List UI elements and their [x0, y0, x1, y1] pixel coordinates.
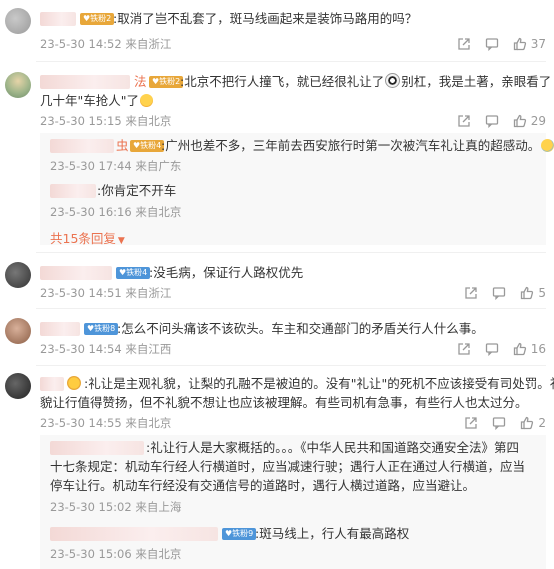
share-button[interactable]	[457, 342, 471, 356]
comment-button[interactable]	[485, 37, 499, 51]
more-replies-link[interactable]: 共15条回复 ▼	[50, 228, 125, 247]
username-blurred[interactable]	[40, 322, 80, 336]
comment-meta: 23-5-30 14:51 来自浙江	[40, 286, 172, 300]
share-icon	[458, 38, 470, 50]
like-button[interactable]: 2	[520, 416, 546, 430]
like-icon	[513, 114, 526, 128]
reply-meta: 23-5-30 15:06 来自北京	[50, 547, 182, 561]
like-button[interactable]: 5	[520, 286, 546, 300]
comment-text: :没毛病，保证行人路权优先	[149, 265, 304, 280]
comment-icon	[493, 417, 506, 430]
like-button[interactable]: 29	[513, 114, 546, 128]
comment-text-line1: :礼让是主观礼貌，让梨的孔融不是被迫的。没有"礼让"的死机不应该接受有司处罚。礼	[84, 376, 554, 391]
username-suffix: 虫	[116, 138, 129, 153]
reply-text: :斑马线上，行人有最高路权	[255, 526, 410, 541]
fan-badge: ♥铁粉2	[149, 76, 184, 88]
comment-meta: 23-5-30 14:55 来自北京	[40, 416, 172, 430]
share-button[interactable]	[457, 114, 471, 128]
chevron-down-icon: ▼	[117, 236, 125, 246]
username-blurred[interactable]	[40, 75, 130, 89]
share-icon	[465, 417, 478, 429]
comment-meta: 23-5-30 14:54 来自江西	[40, 342, 172, 356]
reply-meta: 23-5-30 17:44 来自广东	[50, 159, 182, 173]
username-suffix: 法	[134, 74, 147, 89]
reply-meta: 23-5-30 16:16 来自北京	[50, 205, 182, 219]
username-blurred[interactable]	[50, 527, 218, 541]
comment-text: :北京不把行人撞飞，就已经很礼让了 别杠，我是土著，亲眼看了	[180, 73, 552, 89]
sweat-emoji-icon	[541, 139, 554, 152]
avatar[interactable]	[5, 72, 31, 98]
comment-icon	[485, 38, 498, 51]
username-blurred[interactable]	[40, 12, 76, 26]
fan-badge: ♥铁粉2	[80, 13, 115, 25]
like-count: 5	[538, 286, 546, 300]
like-count: 37	[530, 37, 546, 51]
share-button[interactable]	[457, 37, 471, 51]
avatar[interactable]	[5, 8, 31, 34]
reply-text: :广州也差不多，三年前去西安旅行时第一次被汽车礼让真的超感动。	[161, 136, 554, 155]
comment-button[interactable]	[492, 416, 506, 430]
divider	[36, 365, 546, 366]
like-button[interactable]: 37	[513, 37, 546, 51]
like-count: 29	[530, 114, 546, 128]
avatar[interactable]	[5, 318, 31, 344]
comment-text: :怎么不问头痛该不该砍头。车主和交通部门的矛盾关行人什么事。	[117, 321, 484, 336]
fan-badge: ♥铁粉8	[84, 323, 119, 335]
avatar[interactable]	[5, 373, 31, 399]
comment-meta: 23-5-30 15:15 来自北京	[40, 114, 172, 128]
comment-icon	[485, 115, 498, 128]
comment-icon	[485, 343, 498, 356]
fan-badge: ♥铁粉9	[222, 528, 257, 540]
comment-button[interactable]	[485, 114, 499, 128]
like-icon	[521, 286, 534, 300]
share-icon	[458, 115, 470, 127]
like-count: 16	[530, 342, 546, 356]
comment-actions: 16	[457, 341, 546, 357]
share-button[interactable]	[464, 286, 478, 300]
like-button[interactable]: 16	[513, 342, 546, 356]
fan-badge: ♥铁粉4	[130, 140, 165, 152]
comment-text: :取消了岂不乱套了，斑马线画起来是装饰马路用的吗？	[113, 11, 418, 26]
comment-text-line2: 几十年"车抢人"了	[40, 91, 154, 110]
share-icon	[458, 343, 470, 355]
avatar[interactable]	[5, 262, 31, 288]
share-button[interactable]	[464, 416, 478, 430]
comment-button[interactable]	[485, 342, 499, 356]
reply-text: :你肯定不开车	[97, 183, 177, 198]
comment-actions: 5	[464, 285, 546, 301]
comment-text-line2: 貌让行值得赞扬，但不礼貌不想让也应该被理解。有些司机有急事，有些行人也太过分。	[40, 395, 528, 410]
username-blurred[interactable]	[40, 266, 112, 280]
username-blurred[interactable]	[50, 139, 114, 153]
reply-meta: 23-5-30 15:02 来自上海	[50, 500, 182, 514]
like-icon	[513, 37, 526, 51]
comment-meta: 23-5-30 14:52 来自浙江	[40, 37, 172, 51]
reply-text: :礼让行人是大家概括的。。。《中华人民共和国道路交通安全法》第四十七条规定：机动…	[50, 440, 526, 493]
comment-icon	[493, 287, 506, 300]
divider	[36, 308, 546, 309]
divider	[36, 61, 546, 62]
comment-actions: 37	[457, 36, 546, 52]
doge-emoji-icon	[385, 73, 401, 88]
comment-actions: 2	[464, 415, 546, 431]
comment-button[interactable]	[492, 286, 506, 300]
crown-icon	[67, 376, 81, 390]
like-count: 2	[538, 416, 546, 430]
like-icon	[521, 416, 534, 430]
username-blurred[interactable]	[40, 377, 64, 391]
like-icon	[513, 342, 526, 356]
comment-actions: 29	[457, 113, 546, 129]
fan-badge: ♥铁粉4	[116, 267, 151, 279]
crying-emoji-icon	[140, 94, 153, 107]
share-icon	[465, 287, 478, 299]
divider	[36, 252, 546, 253]
username-blurred[interactable]	[50, 184, 96, 198]
